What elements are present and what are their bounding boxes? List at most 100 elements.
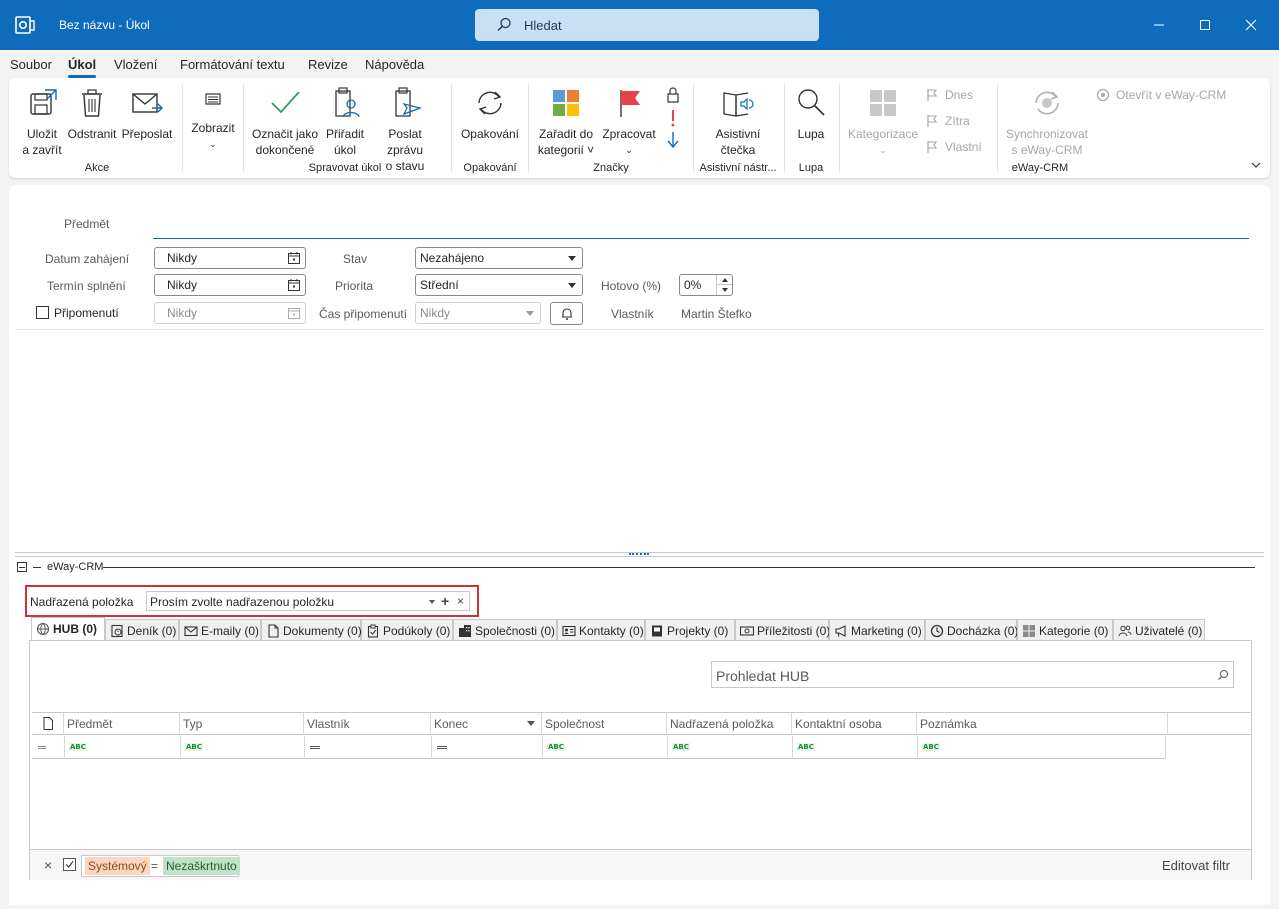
save-close-button[interactable]: Uložit a zavřít xyxy=(19,86,65,158)
tab-companies[interactable]: Společnosti (0) xyxy=(453,619,557,641)
eway-categorize-button[interactable]: Kategorizace ⌄ xyxy=(845,86,921,158)
tab-opportunities[interactable]: Příležitosti (0) xyxy=(735,619,830,641)
reminder-time-select[interactable]: Nikdy xyxy=(415,302,541,324)
assign-task-button[interactable]: Přiřadit úkol xyxy=(321,86,369,158)
tab-ukol[interactable]: Úkol xyxy=(68,57,97,78)
stepper-down-button[interactable] xyxy=(716,285,732,295)
categorize-label-2: kategorií ˅ xyxy=(537,143,595,157)
mark-complete-button[interactable]: Označit jako dokončené xyxy=(249,86,321,158)
start-date-field[interactable]: Nikdy xyxy=(154,247,306,269)
text-filter-icon[interactable]: ABC xyxy=(547,743,565,751)
delete-button[interactable]: Odstranit xyxy=(65,86,119,142)
send-status-report-button[interactable]: Poslat zprávu o stavu xyxy=(369,86,441,174)
chevron-down-icon[interactable] xyxy=(429,600,435,604)
grid-col-type[interactable]: Typ xyxy=(180,713,304,735)
tab-soubor[interactable]: Soubor xyxy=(10,57,52,72)
caret-down-icon xyxy=(721,288,728,292)
edit-filter-link[interactable]: Editovat filtr xyxy=(1162,858,1230,873)
ribbon-collapse-icon[interactable] xyxy=(1250,160,1262,170)
tab-hub[interactable]: HUB (0) xyxy=(31,617,105,641)
eway-sync-button[interactable]: Synchronizovat s eWay-CRM xyxy=(1001,86,1093,158)
due-date-field[interactable]: Nikdy xyxy=(154,274,306,296)
tab-attendance[interactable]: Docházka (0) xyxy=(925,619,1018,641)
tab-users[interactable]: Uživatelé (0) xyxy=(1113,619,1205,641)
percent-done-stepper[interactable]: 0% xyxy=(679,274,733,296)
tab-journal[interactable]: Deník (0) xyxy=(105,619,179,641)
reminder-checkbox[interactable] xyxy=(36,306,49,319)
tab-subtasks[interactable]: Podúkoly (0) xyxy=(361,619,453,641)
tab-companies-label: Společnosti (0) xyxy=(475,624,556,638)
categorize-button[interactable]: Zařadit do kategorií ˅ xyxy=(533,86,599,158)
eway-tomorrow-button[interactable]: Zítra xyxy=(925,114,970,128)
grid-col-icon[interactable] xyxy=(32,713,64,735)
filter-equals-icon[interactable] xyxy=(310,746,320,749)
text-filter-icon[interactable]: ABC xyxy=(185,743,203,751)
minimize-icon xyxy=(1154,24,1164,26)
tab-documents[interactable]: Dokumenty (0) xyxy=(261,619,362,641)
text-filter-icon[interactable]: ABC xyxy=(797,743,815,751)
reminder-sound-button[interactable] xyxy=(550,302,583,325)
forward-button[interactable]: Přeposlat xyxy=(119,86,175,142)
minimize-button[interactable] xyxy=(1136,0,1182,50)
grid-col-company[interactable]: Společnost xyxy=(542,713,667,735)
add-icon[interactable]: + xyxy=(441,593,449,609)
priority-select[interactable]: Střední xyxy=(415,274,583,296)
percent-done-label: Hotovo (%) xyxy=(601,279,662,293)
eway-custom-button[interactable]: Vlastní xyxy=(925,140,982,154)
grid-col-subject[interactable]: Předmět xyxy=(64,713,180,735)
grid-col-end[interactable]: Konec xyxy=(431,713,542,735)
view-dropdown-button[interactable]: Zobrazit ⌄ xyxy=(185,90,241,152)
remove-filter-icon[interactable]: × xyxy=(44,857,52,873)
filter-equals-icon[interactable] xyxy=(437,746,447,749)
tab-vlozeni[interactable]: Vložení xyxy=(114,57,157,72)
tab-categories[interactable]: Kategorie (0) xyxy=(1017,619,1113,641)
parent-item-select[interactable]: Prosím zvolte nadřazenou položku + × xyxy=(146,591,470,611)
eway-open-button[interactable]: Otevřít v eWay-CRM xyxy=(1096,88,1226,102)
pane-splitter[interactable] xyxy=(15,552,1264,557)
subject-input[interactable] xyxy=(153,211,1249,239)
categorize-label-2-text: kategorií xyxy=(537,143,584,157)
eway-collapse-toggle[interactable] xyxy=(17,562,27,572)
filter-expression[interactable]: Systémový = Nezaškrtnuto xyxy=(81,855,240,877)
building-icon xyxy=(459,625,471,637)
grid-col-note[interactable]: Poznámka xyxy=(917,713,1168,735)
close-button[interactable] xyxy=(1228,0,1274,50)
immersive-reader-button[interactable]: Asistivní čtečka xyxy=(699,86,777,158)
follow-up-button[interactable]: Zpracovat ⌄ xyxy=(599,86,659,158)
search-icon[interactable] xyxy=(1217,669,1229,681)
users-icon xyxy=(1118,625,1132,637)
tab-contacts[interactable]: Kontakty (0) xyxy=(557,619,645,641)
tab-emails[interactable]: E-maily (0) xyxy=(179,619,261,641)
text-filter-icon[interactable]: ABC xyxy=(922,743,940,751)
calendar-icon[interactable] xyxy=(287,251,301,265)
tab-projects[interactable]: Projekty (0) xyxy=(645,619,735,641)
global-search-box[interactable]: Hledat xyxy=(475,9,819,41)
status-select[interactable]: Nezahájeno xyxy=(415,247,583,269)
eway-logo-icon xyxy=(1096,88,1110,102)
grid-col-contact[interactable]: Kontaktní osoba xyxy=(792,713,917,735)
low-importance-icon[interactable] xyxy=(665,130,681,150)
tab-napoveda[interactable]: Nápověda xyxy=(365,57,424,72)
eway-today-button[interactable]: Dnes xyxy=(925,88,973,102)
lock-icon[interactable] xyxy=(665,86,681,104)
high-importance-icon[interactable] xyxy=(665,108,681,128)
task-body-editor[interactable] xyxy=(15,331,1264,551)
clear-icon[interactable]: × xyxy=(457,594,464,608)
filter-equals-icon[interactable] xyxy=(38,746,46,749)
filter-enabled-checkbox[interactable] xyxy=(63,858,76,871)
text-filter-icon[interactable]: ABC xyxy=(69,743,87,751)
tab-marketing[interactable]: Marketing (0) xyxy=(829,619,925,641)
grid-col-divider xyxy=(304,736,305,759)
recurrence-button[interactable]: Opakování xyxy=(455,86,525,142)
stepper-up-button[interactable] xyxy=(716,275,732,285)
calendar-icon[interactable] xyxy=(287,278,301,292)
grid-col-parent[interactable]: Nadřazená položka xyxy=(667,713,792,735)
tab-revize[interactable]: Revize xyxy=(308,57,348,72)
grid-col-owner[interactable]: Vlastník xyxy=(304,713,431,735)
maximize-button[interactable] xyxy=(1182,0,1228,50)
text-filter-icon[interactable]: ABC xyxy=(672,743,690,751)
hub-search-input[interactable]: Prohledat HUB xyxy=(711,661,1234,688)
reminder-date-field[interactable]: Nikdy xyxy=(154,302,306,324)
tab-formatovani-textu[interactable]: Formátování textu xyxy=(180,57,285,72)
zoom-button[interactable]: Lupa xyxy=(789,86,833,142)
